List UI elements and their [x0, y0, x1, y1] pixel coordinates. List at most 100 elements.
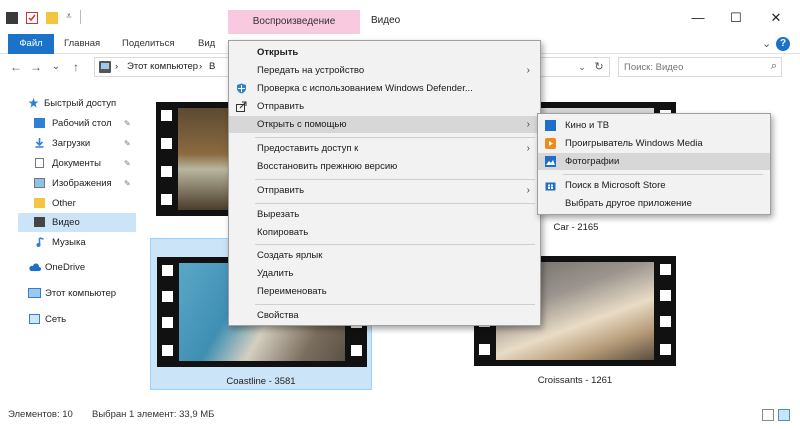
sidebar-item-onedrive[interactable]: OneDrive — [18, 258, 140, 277]
menu-item-choose-another-app[interactable]: Выбрать другое приложение — [538, 195, 770, 212]
forward-button[interactable]: → — [28, 59, 44, 75]
breadcrumb-this-pc[interactable]: Этот компьютер — [127, 61, 198, 72]
menu-item-scan-defender[interactable]: Проверка с использованием Windows Defend… — [229, 80, 540, 97]
cloud-icon — [29, 263, 41, 271]
defender-icon — [237, 83, 246, 94]
menu-item-copy[interactable]: Копировать — [229, 224, 540, 241]
address-dropdown-icon[interactable]: ⌄ — [575, 59, 589, 75]
tab-view[interactable]: Вид — [198, 34, 215, 54]
menu-item-properties[interactable]: Свойства — [229, 307, 540, 324]
network-icon — [29, 314, 40, 324]
large-icons-view-button[interactable] — [778, 409, 790, 421]
computer-icon — [28, 288, 41, 298]
minimize-button[interactable]: — — [688, 8, 708, 28]
back-button[interactable]: ← — [8, 59, 24, 75]
folder-icon — [34, 198, 45, 208]
menu-item-rename[interactable]: Переименовать — [229, 283, 540, 300]
sidebar-item-label: Сеть — [45, 314, 67, 325]
window-title: Видео — [371, 15, 401, 26]
menu-item-photos[interactable]: Фотографии — [538, 153, 770, 170]
expand-ribbon-icon[interactable]: ⌄ — [762, 37, 771, 50]
sidebar-item-documents[interactable]: Документы ✎ — [18, 154, 140, 173]
music-icon — [36, 237, 44, 247]
sidebar-item-music[interactable]: Музыка — [18, 233, 140, 252]
sidebar-item-label: Видео — [52, 217, 80, 228]
context-tab-play[interactable]: Воспроизведение — [228, 10, 360, 34]
menu-item-send-to[interactable]: Отправить › — [229, 182, 540, 199]
menu-item-movies-tv[interactable]: Кино и ТВ — [538, 117, 770, 134]
menu-item-create-shortcut[interactable]: Создать ярлык — [229, 247, 540, 264]
menu-separator — [255, 244, 535, 245]
menu-item-delete[interactable]: Удалить — [229, 265, 540, 282]
media-player-icon — [545, 138, 556, 149]
menu-item-restore-previous[interactable]: Восстановить прежнюю версию — [229, 158, 540, 175]
sidebar-item-label: Этот компьютер — [45, 288, 117, 299]
tab-share[interactable]: Поделиться — [122, 34, 174, 54]
sidebar-item-quick-access[interactable]: Быстрый доступ — [18, 94, 140, 113]
breadcrumb-chevron[interactable]: › — [199, 61, 202, 72]
new-folder-icon[interactable] — [46, 12, 58, 24]
pin-icon[interactable]: ✎ — [124, 134, 131, 153]
tab-file[interactable]: Файл — [8, 34, 54, 54]
menu-separator — [255, 304, 535, 305]
menu-item-cast-to-device[interactable]: Передать на устройство › — [229, 62, 540, 79]
properties-icon[interactable] — [26, 12, 38, 24]
photos-icon — [545, 156, 556, 167]
pin-icon[interactable]: ✎ — [124, 154, 131, 173]
menu-separator — [563, 174, 763, 175]
file-name: Croissants - 1261 — [537, 375, 613, 386]
sidebar-item-desktop[interactable]: Рабочий стол ✎ — [18, 114, 140, 133]
sidebar-item-label: Изображения — [52, 178, 112, 189]
menu-item-open-with[interactable]: Открыть с помощью › — [229, 116, 540, 133]
menu-item-share[interactable]: Отправить — [229, 98, 540, 115]
thumbnail-image — [178, 108, 228, 210]
menu-separator — [255, 137, 535, 138]
title-bar: ⩡ Воспроизведение Видео — ☐ ✕ — [0, 0, 800, 34]
menu-separator — [255, 179, 535, 180]
store-icon — [545, 182, 556, 191]
pictures-icon — [34, 178, 45, 188]
sidebar-item-pictures[interactable]: Изображения ✎ — [18, 174, 140, 193]
file-tile-top-left[interactable] — [156, 102, 228, 216]
sidebar-item-label: Рабочий стол — [52, 118, 112, 129]
video-thumbnail — [156, 102, 228, 216]
share-icon — [236, 101, 247, 112]
breadcrumb-root-chevron[interactable]: › — [115, 61, 118, 72]
maximize-button[interactable]: ☐ — [726, 8, 746, 28]
sidebar-item-this-pc[interactable]: Этот компьютер — [18, 284, 140, 303]
sidebar-item-videos[interactable]: Видео — [18, 213, 136, 232]
pin-icon[interactable]: ✎ — [124, 114, 131, 133]
qa-divider — [80, 10, 81, 24]
breadcrumb-videos[interactable]: В — [209, 61, 215, 72]
details-view-button[interactable] — [762, 409, 774, 421]
close-button[interactable]: ✕ — [766, 8, 786, 28]
sidebar-item-label: OneDrive — [45, 262, 86, 273]
desktop-icon — [34, 118, 45, 128]
search-box[interactable]: ⌕ — [618, 57, 782, 77]
menu-item-windows-media-player[interactable]: Проигрыватель Windows Media — [538, 135, 770, 152]
search-input[interactable] — [619, 58, 759, 76]
sidebar-item-downloads[interactable]: Загрузки ✎ — [18, 134, 140, 153]
menu-item-search-store[interactable]: Поиск в Microsoft Store — [538, 177, 770, 194]
menu-item-give-access[interactable]: Предоставить доступ к › — [229, 140, 540, 157]
menu-item-cut[interactable]: Вырезать — [229, 206, 540, 223]
tab-home[interactable]: Главная — [64, 34, 100, 54]
open-with-submenu: Кино и ТВ Проигрыватель Windows Media Фо… — [537, 113, 771, 215]
selection-info: Выбран 1 элемент: 33,9 МБ — [92, 409, 215, 420]
navigation-pane: Быстрый доступ Рабочий стол ✎ Загрузки ✎… — [0, 92, 140, 402]
recent-locations-button[interactable]: ⌄ — [48, 59, 64, 75]
qa-dropdown-icon[interactable]: ⩡ — [66, 11, 72, 22]
help-button[interactable]: ? — [776, 37, 790, 51]
sidebar-item-other[interactable]: Other — [18, 194, 140, 213]
context-menu: Открыть Передать на устройство › Проверка… — [228, 40, 541, 326]
file-name: Car - 2165 — [553, 222, 599, 233]
up-button[interactable]: ↑ — [68, 59, 84, 75]
submenu-arrow-icon: › — [526, 143, 530, 154]
refresh-button[interactable]: ↻ — [591, 59, 607, 75]
sidebar-item-network[interactable]: Сеть — [18, 310, 140, 329]
menu-item-open[interactable]: Открыть — [229, 44, 540, 61]
pin-icon[interactable]: ✎ — [124, 174, 131, 193]
search-icon[interactable]: ⌕ — [771, 60, 777, 73]
movies-tv-icon — [545, 120, 556, 131]
explorer-app-icon[interactable] — [6, 12, 18, 24]
